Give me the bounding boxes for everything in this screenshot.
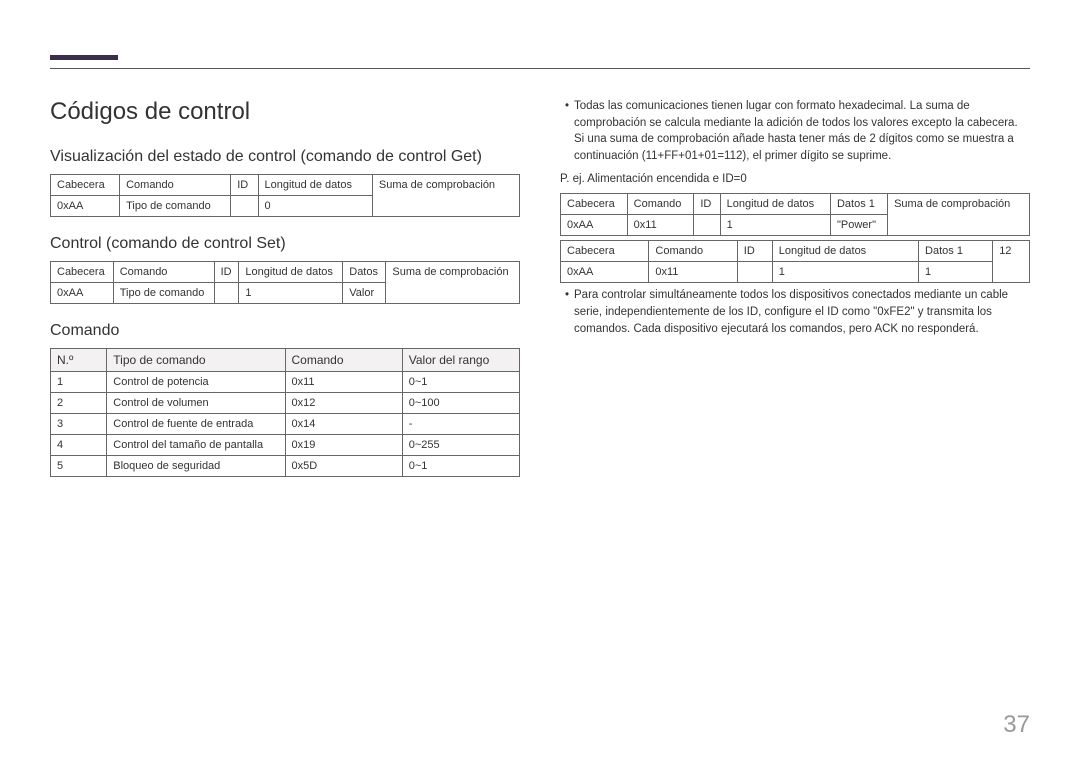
cell: 0 [258, 196, 372, 217]
cell: 0x14 [285, 414, 402, 435]
table-get: Cabecera Comando ID Longitud de datos Su… [50, 174, 520, 217]
cell: Longitud de datos [720, 194, 830, 215]
cell: ID [694, 194, 720, 215]
cell: Suma de comprobación [386, 262, 520, 304]
cell: 1 [772, 262, 918, 283]
cell: 0x11 [649, 262, 737, 283]
th: N.º [51, 349, 107, 372]
cell: Longitud de datos [772, 241, 918, 262]
bullet-dot-icon: • [560, 98, 574, 165]
cell: Control del tamaño de pantalla [107, 435, 285, 456]
cell: 1 [239, 283, 343, 304]
cell: Tipo de comando [113, 283, 214, 304]
cell: 0xAA [561, 215, 628, 236]
cell [694, 215, 720, 236]
cell: Control de fuente de entrada [107, 414, 285, 435]
cell: Bloqueo de seguridad [107, 456, 285, 477]
cell: Longitud de datos [239, 262, 343, 283]
page-number: 37 [1003, 711, 1030, 739]
table-row: 5Bloqueo de seguridad0x5D0~1 [51, 456, 520, 477]
cell: 0x12 [285, 393, 402, 414]
bullet-text: Para controlar simultáneamente todos los… [574, 287, 1030, 337]
cell: 0x19 [285, 435, 402, 456]
cell: Suma de comprobación [372, 175, 519, 217]
cell: 0xAA [561, 262, 649, 283]
cell: 0x11 [627, 215, 694, 236]
cell: Cabecera [51, 262, 114, 283]
table-row: Cabecera Comando ID Longitud de datos Su… [51, 175, 520, 196]
cell: Comando [113, 262, 214, 283]
example-label: P. ej. Alimentación encendida e ID=0 [560, 171, 1030, 188]
cell: Cabecera [51, 175, 120, 196]
bullet-dot-icon: • [560, 287, 574, 337]
cell: Comando [627, 194, 694, 215]
cell: Datos 1 [919, 241, 993, 262]
cell: 5 [51, 456, 107, 477]
section-set-heading: Control (comando de control Set) [50, 235, 520, 253]
table-set: Cabecera Comando ID Longitud de datos Da… [50, 261, 520, 304]
cell: 12 [993, 241, 1030, 283]
cell: Comando [649, 241, 737, 262]
cell: 0~1 [402, 372, 519, 393]
left-column: Códigos de control Visualización del est… [50, 98, 520, 477]
cell: Datos 1 [830, 194, 887, 215]
cell: 1 [51, 372, 107, 393]
table-header-row: N.º Tipo de comando Comando Valor del ra… [51, 349, 520, 372]
cell: 0~100 [402, 393, 519, 414]
cell: ID [231, 175, 258, 196]
bullet-item: • Para controlar simultáneamente todos l… [560, 287, 1030, 337]
cell [737, 262, 772, 283]
cell: Valor [343, 283, 386, 304]
th: Comando [285, 349, 402, 372]
table-row: 2Control de volumen0x120~100 [51, 393, 520, 414]
cell: 3 [51, 414, 107, 435]
cell: 1 [919, 262, 993, 283]
bullet-item: • Todas las comunicaciones tienen lugar … [560, 98, 1030, 165]
cell: 0~255 [402, 435, 519, 456]
page-title: Códigos de control [50, 98, 520, 126]
section-comando-heading: Comando [50, 322, 520, 340]
table-comando: N.º Tipo de comando Comando Valor del ra… [50, 348, 520, 477]
cell: 0~1 [402, 456, 519, 477]
cell: "Power" [830, 215, 887, 236]
cell [231, 196, 258, 217]
table-row: Cabecera Comando ID Longitud de datos Da… [561, 194, 1030, 215]
cell: 0xAA [51, 283, 114, 304]
table-row: 4Control del tamaño de pantalla0x190~255 [51, 435, 520, 456]
cell: Comando [120, 175, 231, 196]
cell: 0xAA [51, 196, 120, 217]
table-row: 0xAA 0x11 1 1 [561, 262, 1030, 283]
cell: Control de volumen [107, 393, 285, 414]
bullet-text: Todas las comunicaciones tienen lugar co… [574, 98, 1030, 165]
cell: Datos [343, 262, 386, 283]
table-example-1: Cabecera Comando ID Longitud de datos Da… [560, 193, 1030, 236]
section-get-heading: Visualización del estado de control (com… [50, 148, 520, 166]
cell: ID [214, 262, 239, 283]
cell: 4 [51, 435, 107, 456]
table-example-2: Cabecera Comando ID Longitud de datos Da… [560, 240, 1030, 283]
table-row: Cabecera Comando ID Longitud de datos Da… [561, 241, 1030, 262]
cell: 0x11 [285, 372, 402, 393]
header-accent-bar [50, 55, 118, 60]
right-column: • Todas las comunicaciones tienen lugar … [560, 98, 1030, 477]
table-row: 1Control de potencia0x110~1 [51, 372, 520, 393]
cell: 1 [720, 215, 830, 236]
cell: 2 [51, 393, 107, 414]
cell: - [402, 414, 519, 435]
cell: ID [737, 241, 772, 262]
cell: Suma de comprobación [888, 194, 1030, 236]
cell: Tipo de comando [120, 196, 231, 217]
th: Valor del rango [402, 349, 519, 372]
cell [214, 283, 239, 304]
cell: Control de potencia [107, 372, 285, 393]
table-row: Cabecera Comando ID Longitud de datos Da… [51, 262, 520, 283]
th: Tipo de comando [107, 349, 285, 372]
cell: Cabecera [561, 241, 649, 262]
header-rule [50, 68, 1030, 69]
cell: 0x5D [285, 456, 402, 477]
cell: Longitud de datos [258, 175, 372, 196]
table-row: 3Control de fuente de entrada0x14- [51, 414, 520, 435]
cell: Cabecera [561, 194, 628, 215]
